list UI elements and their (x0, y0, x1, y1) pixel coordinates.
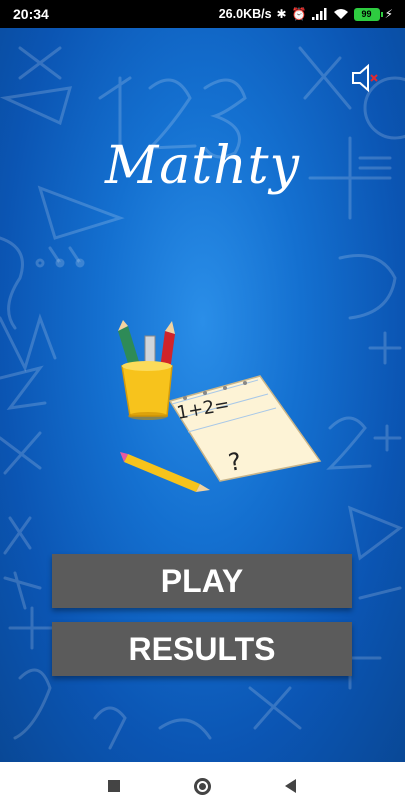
paper-sheet (168, 375, 322, 482)
main-screen: Mathty 1+2= ? PLAY RESULTS (0, 28, 405, 762)
home-button[interactable] (187, 771, 217, 801)
status-bar: 20:34 26.0KB/s ✱ ⏰ 99 ⚡ (0, 0, 405, 28)
results-button[interactable]: RESULTS (52, 622, 352, 676)
system-nav-bar (0, 762, 405, 810)
charging-icon: ⚡ (384, 7, 393, 21)
back-icon (285, 779, 297, 793)
bluetooth-icon: ✱ (276, 7, 287, 21)
alarm-icon: ⏰ (291, 7, 307, 21)
play-button[interactable]: PLAY (52, 554, 352, 608)
math-illustration: 1+2= ? (118, 320, 322, 492)
status-time: 20:34 (13, 6, 49, 22)
back-button[interactable] (276, 771, 306, 801)
pencil-cup (118, 320, 175, 420)
pencil (120, 452, 210, 492)
app-title: Mathty (105, 136, 300, 196)
battery-level: 99 (361, 9, 372, 19)
recent-apps-button[interactable] (99, 771, 129, 801)
battery-icon: 99 (353, 7, 383, 21)
network-speed: 26.0KB/s (218, 7, 272, 21)
wifi-icon (333, 9, 348, 19)
sound-toggle-button[interactable] (350, 62, 380, 94)
recent-apps-icon (108, 780, 121, 792)
status-icons: 26.0KB/s ✱ ⏰ 99 ⚡ (219, 7, 393, 21)
signal-icon (311, 8, 327, 20)
speaker-muted-icon (352, 63, 378, 93)
home-icon (193, 777, 211, 795)
